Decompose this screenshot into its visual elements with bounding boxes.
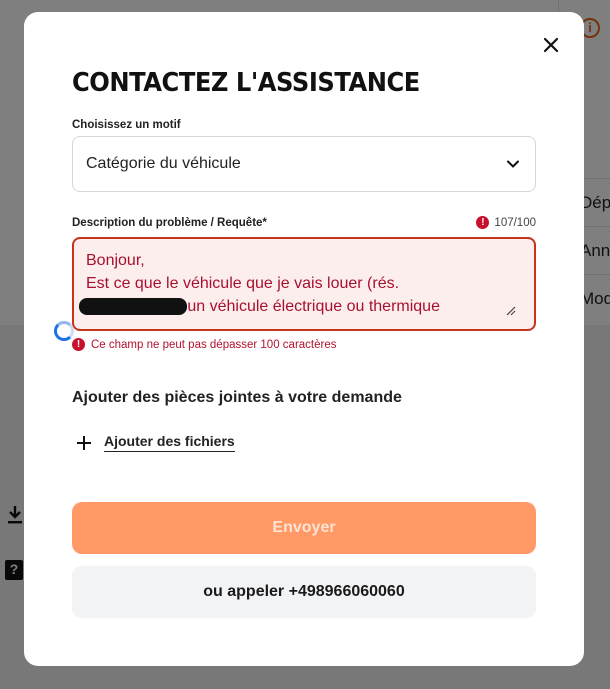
description-error-text: Ce champ ne peut pas dépasser 100 caract… (91, 338, 337, 351)
motif-select-value: Catégorie du véhicule (86, 155, 241, 172)
call-button[interactable]: ou appeler +498966060060 (72, 566, 536, 618)
add-files-label: Ajouter des fichiers (104, 433, 235, 452)
plus-icon (77, 435, 91, 450)
error-icon: ! (476, 216, 490, 229)
description-label: Description du problème / Requête* (72, 217, 267, 229)
character-counter: ! 107/100 (476, 216, 536, 229)
contact-support-modal: CONTACTEZ L'ASSISTANCE Choisissez un mot… (24, 12, 584, 666)
error-icon: ! (72, 338, 85, 351)
attachments-title: Ajouter des pièces jointes à votre deman… (72, 389, 402, 406)
loading-spinner-icon (54, 321, 74, 341)
character-counter-value: 107/100 (494, 216, 536, 229)
chevron-down-icon (507, 160, 519, 168)
resize-handle-icon[interactable] (504, 304, 516, 316)
motif-label: Choisissez un motif (72, 119, 181, 131)
description-error: ! Ce champ ne peut pas dépasser 100 cara… (72, 338, 336, 351)
description-textarea[interactable]: Bonjour, Est ce que le véhicule que je v… (72, 237, 536, 331)
modal-title: CONTACTEZ L'ASSISTANCE (72, 68, 420, 98)
send-button[interactable]: Envoyer (72, 502, 536, 554)
add-files-button[interactable]: Ajouter des fichiers (76, 433, 235, 452)
close-icon[interactable] (540, 34, 562, 56)
redacted-reservation-number (79, 298, 187, 315)
motif-select[interactable]: Catégorie du véhicule (72, 136, 536, 192)
